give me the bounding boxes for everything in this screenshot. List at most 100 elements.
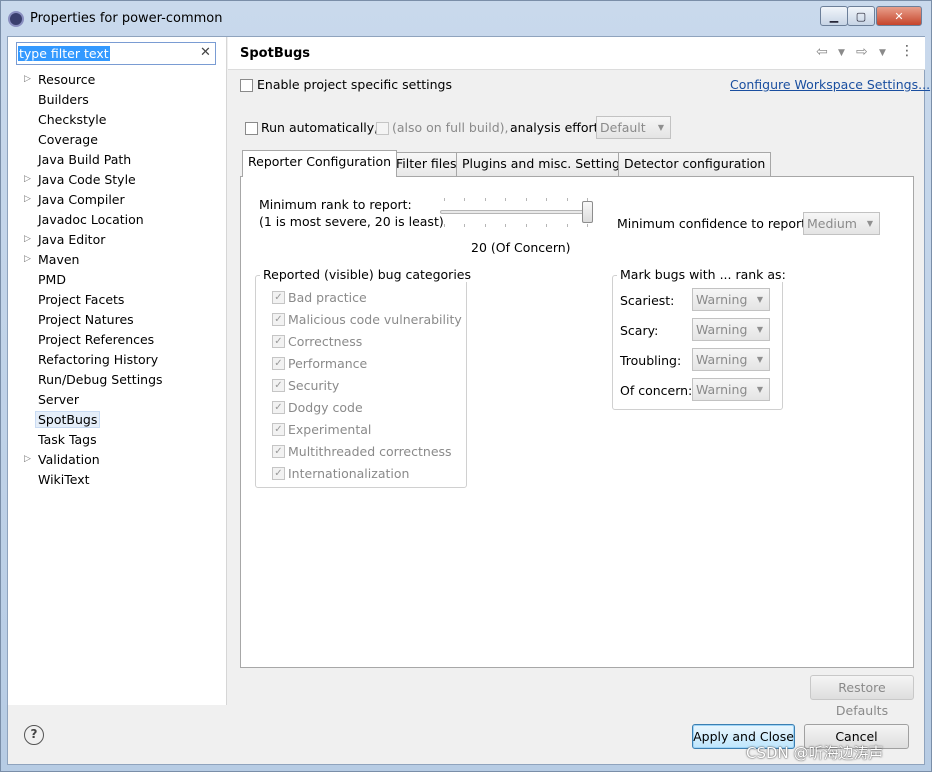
tree-item[interactable]: Project Natures bbox=[38, 311, 134, 329]
mark-rank-select[interactable]: Warning ▼ bbox=[692, 318, 770, 341]
tree-item[interactable]: Server bbox=[38, 391, 79, 409]
tree-item[interactable]: Refactoring History bbox=[38, 351, 158, 369]
tree-item[interactable]: Maven bbox=[38, 251, 79, 269]
bug-categories-title: Reported (visible) bug categories bbox=[260, 267, 475, 282]
category-checkbox[interactable]: ✓ bbox=[272, 400, 285, 414]
mark-rank-select[interactable]: Warning ▼ bbox=[692, 378, 770, 401]
category-item[interactable]: ✓ Experimental bbox=[272, 421, 371, 437]
maximize-button[interactable]: ▢ bbox=[847, 6, 875, 26]
restore-defaults-button[interactable]: Restore Defaults bbox=[810, 675, 914, 718]
slider-tick bbox=[525, 198, 527, 201]
help-icon[interactable]: ? bbox=[24, 725, 44, 745]
full-build-label: (also on full build), bbox=[392, 120, 509, 135]
tree-item-label: Java Build Path bbox=[38, 152, 132, 167]
run-automatically-checkbox[interactable] bbox=[245, 122, 258, 135]
close-button[interactable]: ✕ bbox=[876, 6, 922, 26]
category-item[interactable]: ✓ Multithreaded correctness bbox=[272, 443, 452, 459]
tree-item[interactable]: Coverage bbox=[38, 131, 98, 149]
enable-specific-checkbox[interactable] bbox=[240, 79, 253, 92]
tree-item[interactable]: Project References bbox=[38, 331, 154, 349]
tree-item-label: Run/Debug Settings bbox=[38, 372, 163, 387]
tree-item[interactable]: Task Tags bbox=[38, 431, 97, 449]
mark-rank-select[interactable]: Warning ▼ bbox=[692, 288, 770, 311]
tree-item[interactable]: Checkstyle bbox=[38, 111, 106, 129]
tree-item[interactable]: Run/Debug Settings bbox=[38, 371, 163, 389]
minimize-button[interactable]: ▁ bbox=[820, 6, 848, 26]
tree-item[interactable]: Validation bbox=[38, 451, 100, 469]
tab-plugins-settings[interactable]: Plugins and misc. Settings bbox=[456, 152, 633, 176]
tree-item[interactable]: Java Editor bbox=[38, 231, 105, 249]
tree-item[interactable]: WikiText bbox=[38, 471, 90, 489]
mark-bugs-title: Mark bugs with ... rank as: bbox=[617, 267, 789, 282]
tree-item[interactable]: Java Compiler bbox=[38, 191, 125, 209]
category-item[interactable]: ✓ Bad practice bbox=[272, 289, 367, 305]
analysis-effort-select[interactable]: Default ▼ bbox=[596, 116, 671, 139]
category-checkbox[interactable]: ✓ bbox=[272, 466, 285, 480]
expand-arrow-icon[interactable]: ▷ bbox=[24, 74, 31, 84]
category-label: Experimental bbox=[288, 421, 372, 437]
filter-input-text[interactable]: type filter text bbox=[18, 46, 110, 61]
category-label: Bad practice bbox=[288, 289, 367, 305]
tree-item[interactable]: PMD bbox=[38, 271, 66, 289]
mark-rank-label: Of concern: bbox=[620, 383, 693, 398]
mark-rank-value: Warning bbox=[696, 292, 748, 307]
full-build-checkbox[interactable] bbox=[376, 122, 389, 135]
category-item[interactable]: ✓ Correctness bbox=[272, 333, 362, 349]
tree-item[interactable]: Java Code Style bbox=[38, 171, 136, 189]
expand-arrow-icon[interactable]: ▷ bbox=[24, 234, 31, 244]
tree-item-label: Task Tags bbox=[38, 432, 97, 447]
forward-dropdown-icon[interactable]: ▼ bbox=[879, 48, 886, 58]
back-arrow-icon[interactable]: ⇦ bbox=[816, 44, 828, 60]
tab-reporter-configuration[interactable]: Reporter Configuration bbox=[242, 150, 398, 177]
tree-item[interactable]: Resource bbox=[38, 71, 95, 89]
category-checkbox[interactable]: ✓ bbox=[272, 444, 285, 458]
expand-arrow-icon[interactable]: ▷ bbox=[24, 454, 31, 464]
category-item[interactable]: ✓ Performance bbox=[272, 355, 367, 371]
tree-item[interactable]: Project Facets bbox=[38, 291, 124, 309]
expand-arrow-icon[interactable]: ▷ bbox=[24, 194, 31, 204]
view-menu-icon[interactable]: ⋮ bbox=[900, 43, 914, 59]
mark-rank-select[interactable]: Warning ▼ bbox=[692, 348, 770, 371]
min-confidence-value: Medium bbox=[807, 216, 857, 231]
tree-item[interactable]: Javadoc Location bbox=[38, 211, 144, 229]
category-checkbox[interactable]: ✓ bbox=[272, 378, 285, 392]
category-checkbox[interactable]: ✓ bbox=[272, 422, 285, 436]
expand-arrow-icon[interactable]: ▷ bbox=[24, 254, 31, 264]
category-item[interactable]: ✓ Internationalization bbox=[272, 465, 409, 481]
back-dropdown-icon[interactable]: ▼ bbox=[838, 48, 845, 58]
tab-detector-configuration[interactable]: Detector configuration bbox=[618, 152, 772, 176]
tree-item-label: Builders bbox=[38, 92, 89, 107]
title-bar[interactable]: Properties for power-common ▁ ▢ ✕ bbox=[0, 0, 932, 36]
category-item[interactable]: ✓ Dodgy code bbox=[272, 399, 363, 415]
configure-workspace-link[interactable]: Configure Workspace Settings... bbox=[730, 77, 930, 92]
tree-item[interactable]: Java Build Path bbox=[38, 151, 131, 169]
rank-value-label: 20 (Of Concern) bbox=[471, 240, 571, 255]
tree-item[interactable]: Builders bbox=[38, 91, 89, 109]
forward-arrow-icon[interactable]: ⇨ bbox=[856, 44, 868, 60]
clear-filter-icon[interactable]: ✕ bbox=[200, 45, 211, 60]
tree-item-label: Resource bbox=[38, 72, 96, 87]
expand-arrow-icon[interactable]: ▷ bbox=[24, 174, 31, 184]
chevron-down-icon: ▼ bbox=[756, 325, 763, 334]
slider-tick bbox=[566, 198, 568, 201]
tree-item-label: Project Natures bbox=[38, 312, 134, 327]
run-automatically-label: Run automatically, bbox=[261, 120, 379, 135]
category-item[interactable]: ✓ Malicious code vulnerability bbox=[272, 311, 462, 327]
category-checkbox[interactable]: ✓ bbox=[272, 312, 285, 326]
category-checkbox[interactable]: ✓ bbox=[272, 290, 285, 304]
tree-item-label: WikiText bbox=[38, 472, 90, 487]
category-checkbox[interactable]: ✓ bbox=[272, 334, 285, 348]
category-checkbox[interactable]: ✓ bbox=[272, 356, 285, 370]
tree-item-label: SpotBugs bbox=[35, 411, 101, 428]
tree-item[interactable]: SpotBugs bbox=[35, 411, 101, 429]
category-item[interactable]: ✓ Security bbox=[272, 377, 339, 393]
min-confidence-select[interactable]: Medium ▼ bbox=[803, 212, 880, 235]
tab-filter-files[interactable]: Filter files bbox=[390, 152, 463, 176]
tree-item-label: Maven bbox=[38, 252, 80, 267]
chevron-down-icon: ▼ bbox=[657, 123, 664, 132]
rank-slider-thumb[interactable] bbox=[582, 201, 593, 223]
tree-item-label: Validation bbox=[38, 452, 100, 467]
mark-rank-value: Warning bbox=[696, 382, 748, 397]
rank-slider-track[interactable] bbox=[440, 210, 590, 214]
analysis-effort-label: analysis effort bbox=[510, 120, 599, 135]
